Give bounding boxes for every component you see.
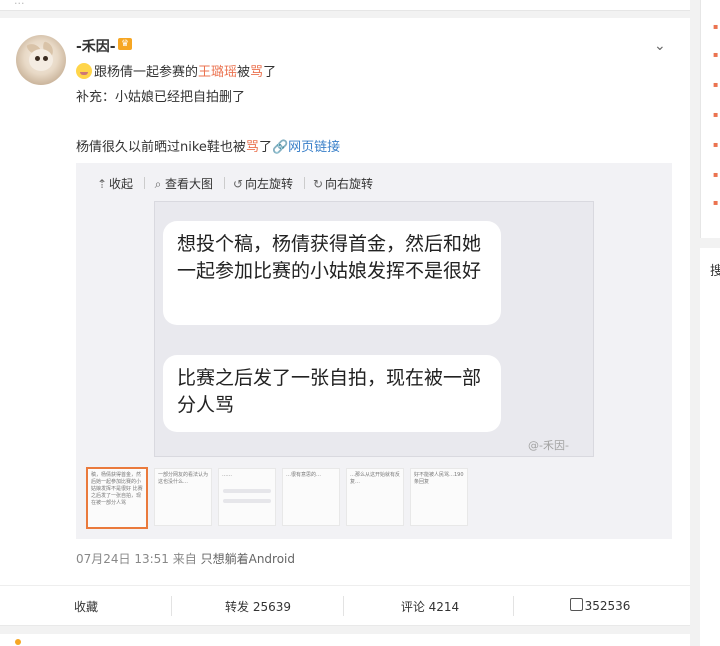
- zoom-icon: ⌕: [154, 177, 162, 191]
- web-link[interactable]: 🔗网页链接: [272, 140, 340, 155]
- list-marker-icon: ▪: [713, 110, 719, 119]
- post-date[interactable]: 07月24日 13:51: [76, 552, 169, 566]
- thumbnail-5[interactable]: …那么从这开始就有反复…: [346, 468, 404, 526]
- thumbnail-1[interactable]: 稿，杨倩获得首金，然后她一起参加比赛的小姑娘发挥不是很好 比赛之后发了一张自拍，…: [86, 467, 148, 529]
- thumbnail-2[interactable]: 一部分网友的看法认为这也没什么…: [154, 468, 212, 526]
- right-sidebar-search-panel: 搜: [700, 248, 720, 646]
- next-card-edge: [0, 634, 690, 646]
- crown-icon: ♛: [118, 38, 132, 50]
- link-icon: 🔗: [271, 140, 289, 155]
- comment-label: 评论 4214: [400, 600, 460, 614]
- thumbnail-text: …那么从这开始就有反复…: [350, 472, 401, 485]
- media-toolbar: ⇡ 收起 ⌕ 查看大图 ↺ 向左旋转 ↻ 向右旋转: [76, 163, 672, 199]
- mention-highlight[interactable]: 王璐瑶: [198, 65, 237, 80]
- view-large-button[interactable]: ⌕ 查看大图: [152, 175, 213, 192]
- weibo-post-card: -禾因- ♛ ⌄ 跟杨倩一起参赛的王璐瑶被骂了 补充：小姑娘已经把自拍删了 杨倩…: [0, 18, 690, 626]
- collapse-label: 收起: [109, 177, 134, 191]
- repost-button[interactable]: 转发 25639: [172, 598, 344, 615]
- comment-button[interactable]: 评论 4214: [344, 598, 516, 615]
- post-text-line3: 杨倩很久以前晒过nike鞋也被骂了🔗网页链接: [76, 136, 340, 155]
- post-text-segment: 跟杨倩一起参赛的: [94, 65, 199, 80]
- list-marker-icon: ▪: [713, 170, 719, 179]
- enlarged-image[interactable]: 想投个稿，杨倩获得首金，然后和她一起参加比赛的小姑娘发挥不是很好 比赛之后发了一…: [154, 201, 594, 457]
- thumbnail-strip: 稿，杨倩获得首金，然后她一起参加比赛的小姑娘发挥不是很好 比赛之后发了一张自拍，…: [86, 467, 666, 530]
- post-text-segment: 了: [258, 140, 272, 155]
- keyword-link[interactable]: 骂: [246, 140, 259, 155]
- thumbnail-3[interactable]: ……: [218, 468, 276, 526]
- like-button[interactable]: 352536: [514, 598, 686, 613]
- thumbnail-text: 好不能被人民骂…190条回复: [414, 472, 464, 485]
- image-watermark: @-禾因-: [528, 439, 569, 452]
- list-marker-icon: ▪: [713, 140, 719, 149]
- rotate-left-button[interactable]: ↺ 向左旋转: [232, 175, 293, 192]
- sleepy-face-emoji: [76, 63, 92, 79]
- post-text-segment: 被: [237, 65, 251, 80]
- rotate-left-icon: ↺: [232, 177, 244, 191]
- post-text-line2: 补充：小姑娘已经把自拍删了: [76, 90, 246, 105]
- thumbnail-text: …很有意思的…: [286, 472, 322, 478]
- thumbnail-text: 一部分网友的看法认为这也没什么…: [158, 472, 209, 485]
- next-card-icon: [15, 639, 21, 645]
- right-sidebar-list: ▪ ▪ ▪ ▪ ▪ ▪ ▪: [700, 0, 720, 238]
- search-panel-title[interactable]: 搜: [710, 260, 720, 279]
- list-marker-icon: ▪: [713, 198, 719, 207]
- list-marker-icon: ▪: [713, 50, 719, 59]
- toolbar-divider: [144, 177, 145, 189]
- thumbnail-text: ……: [222, 472, 232, 478]
- toolbar-divider: [224, 177, 225, 189]
- web-link-label: 网页链接: [288, 140, 341, 155]
- post-meta: 07月24日 13:51 来自 只想躺着Android: [76, 550, 295, 567]
- list-marker-icon: ▪: [713, 22, 719, 31]
- rotate-right-button[interactable]: ↻ 向右旋转: [312, 175, 373, 192]
- favorite-button[interactable]: 收藏: [0, 598, 172, 615]
- thumbnail-4[interactable]: …很有意思的…: [282, 468, 340, 526]
- view-large-label: 查看大图: [165, 177, 214, 191]
- previous-card-edge: ...: [0, 0, 690, 11]
- thumbs-up-icon: [569, 598, 583, 611]
- post-text-segment: 了: [263, 65, 277, 80]
- chat-bubble: 比赛之后发了一张自拍，现在被一部分人骂: [163, 355, 501, 432]
- chat-bubble: 想投个稿，杨倩获得首金，然后和她一起参加比赛的小姑娘发挥不是很好: [163, 221, 501, 325]
- keyword-link[interactable]: 骂: [250, 65, 263, 80]
- rotate-left-label: 向左旋转: [245, 177, 294, 191]
- rotate-right-icon: ↻: [312, 177, 324, 191]
- like-count: 352536: [584, 599, 631, 613]
- thumbnail-text: 稿，杨倩获得首金，然后她一起参加比赛的小姑娘发挥不是很好 比赛之后发了一张自拍，…: [91, 472, 143, 506]
- collapse-icon: ⇡: [96, 177, 108, 191]
- favorite-label: 收藏: [73, 600, 98, 614]
- list-marker-icon: ▪: [713, 80, 719, 89]
- post-source[interactable]: 只想躺着Android: [201, 552, 295, 566]
- from-label: 来自: [172, 552, 197, 566]
- toolbar-divider: [304, 177, 305, 189]
- post-text-segment: 杨倩很久以前晒过nike鞋也被: [76, 140, 246, 155]
- repost-label: 转发 25639: [225, 600, 291, 614]
- chevron-down-icon[interactable]: ⌄: [654, 38, 670, 54]
- media-viewer: ⇡ 收起 ⌕ 查看大图 ↺ 向左旋转 ↻ 向右旋转 想投个稿，杨倩获得首金，然后和她一起…: [76, 163, 672, 539]
- avatar[interactable]: [16, 35, 66, 85]
- previous-card-fragment: ...: [14, 0, 25, 7]
- action-bar: 收藏 转发 25639 评论 4214 352536: [0, 585, 690, 626]
- collapse-button[interactable]: ⇡ 收起: [96, 175, 133, 192]
- rotate-right-label: 向右旋转: [325, 177, 374, 191]
- post-text-line1: 跟杨倩一起参赛的王璐瑶被骂了: [76, 61, 276, 80]
- thumbnail-6[interactable]: 好不能被人民骂…190条回复: [410, 468, 468, 526]
- post-username[interactable]: -禾因-: [76, 36, 116, 56]
